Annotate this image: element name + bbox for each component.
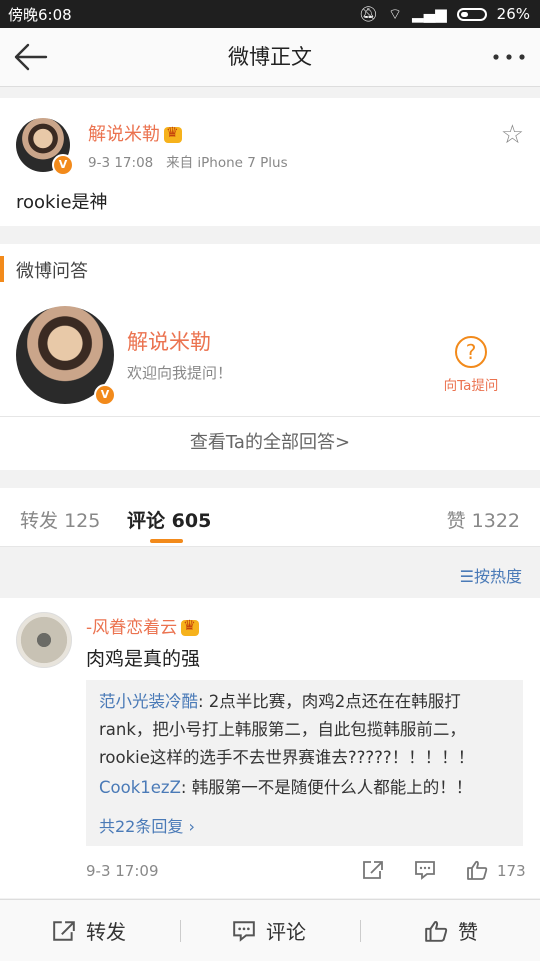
crown-icon xyxy=(164,125,182,143)
section-title: 微博问答 xyxy=(16,261,88,282)
battery-icon xyxy=(456,7,487,21)
tab-repost-count: 125 xyxy=(64,510,101,532)
like-button[interactable]: 赞 xyxy=(424,900,478,961)
repost-label: 转发 xyxy=(86,920,126,944)
status-bar: 傍晚6:08 🔕︎ ⌔ ▂▄▆ 26% xyxy=(0,0,540,28)
comment-text: 肉鸡是真的强 xyxy=(86,648,201,670)
interaction-tabs: 转发 125 评论 605 赞 1322 xyxy=(0,488,540,547)
verified-badge-icon: V xyxy=(94,384,116,406)
comment-time: 9-3 17:09 xyxy=(86,862,159,880)
tab-comment[interactable]: 评论 605 xyxy=(127,506,211,533)
comment-like-count: 173 xyxy=(497,862,526,880)
reply-text: : 韩服第一不是随便什么人都能上的！！ xyxy=(180,778,473,797)
like-label: 赞 xyxy=(458,920,478,944)
share-icon xyxy=(363,861,383,879)
reply-item: Cook1ezZ: 韩服第一不是随便什么人都能上的！！ xyxy=(99,774,514,802)
tab-like-count: 1322 xyxy=(471,510,520,532)
comment-icon xyxy=(233,920,255,942)
tab-repost[interactable]: 转发 125 xyxy=(20,506,100,533)
post-author[interactable]: 解说米勒 xyxy=(88,120,182,146)
post-source: 来自 iPhone 7 Plus xyxy=(166,155,288,171)
tab-comment-count: 605 xyxy=(171,510,212,532)
comment-icon xyxy=(415,861,435,880)
thumbs-up-icon xyxy=(467,860,488,880)
status-time: 傍晚6:08 xyxy=(8,5,72,24)
reply-author[interactable]: 范小光装冷酷 xyxy=(99,692,198,711)
tab-like[interactable]: 赞 1322 xyxy=(447,506,520,533)
question-icon: ? xyxy=(455,336,487,368)
post-meta: 9-3 17:08 来自 iPhone 7 Plus xyxy=(88,151,288,171)
nav-bar: 微博正文 xyxy=(0,28,540,87)
sort-label: 按热度 xyxy=(473,567,522,586)
section-accent xyxy=(0,256,4,282)
view-all-answers-link[interactable]: 查看Ta的全部回答> xyxy=(0,428,540,454)
repost-icon xyxy=(53,920,75,941)
sort-icon: ☰ xyxy=(459,567,474,586)
more-button[interactable] xyxy=(492,44,526,70)
post-text: rookie是神 xyxy=(16,192,108,213)
comment-button[interactable]: 评论 xyxy=(232,900,306,961)
post-author-name: 解说米勒 xyxy=(88,124,160,145)
status-icons: 🔕︎ ⌔ ▂▄▆ 26% xyxy=(359,5,530,24)
separator xyxy=(180,920,181,942)
comment-author-name: -风眷恋着云 xyxy=(86,618,178,638)
like-comment-button[interactable] xyxy=(466,860,488,884)
tab-repost-label: 转发 xyxy=(20,510,59,532)
mute-icon: 🔕︎ xyxy=(358,5,378,23)
post-card: V 解说米勒 9-3 17:08 来自 iPhone 7 Plus rookie… xyxy=(0,98,540,226)
crown-icon xyxy=(181,618,200,636)
tab-like-label: 赞 xyxy=(446,510,466,532)
battery-level: 26% xyxy=(496,5,530,23)
avatar[interactable] xyxy=(16,612,72,668)
qa-name[interactable]: 解说米勒 xyxy=(127,326,211,356)
repost-button[interactable]: 转发 xyxy=(52,900,126,961)
comment-item: -风眷恋着云 肉鸡是真的强 范小光装冷酷: 2点半比赛，肉鸡2点还在在韩服打ra… xyxy=(0,598,540,898)
share-comment-button[interactable] xyxy=(362,860,384,884)
comment-label: 评论 xyxy=(266,920,306,944)
sort-by-hot-button[interactable]: ☰按热度 xyxy=(460,563,522,587)
ask-label: 向Ta提问 xyxy=(443,378,499,394)
reply-item: 范小光装冷酷: 2点半比赛，肉鸡2点还在在韩服打rank，把小号打上韩服第二，自… xyxy=(99,688,514,772)
wifi-icon: ⌔ xyxy=(387,4,403,23)
bottom-action-bar: 转发 评论 赞 xyxy=(0,899,540,961)
ask-question-button[interactable]: ? 向Ta提问 xyxy=(440,336,502,394)
more-replies-link[interactable]: 共22条回复 › xyxy=(99,813,195,837)
favorite-star-icon[interactable]: ☆ xyxy=(501,120,524,150)
tab-comment-label: 评论 xyxy=(127,510,166,532)
reply-comment-button[interactable] xyxy=(414,860,436,884)
separator xyxy=(360,920,361,942)
post-time: 9-3 17:08 xyxy=(88,155,154,171)
page-title: 微博正文 xyxy=(228,45,312,69)
thumbs-up-icon xyxy=(425,920,448,942)
more-dots-icon xyxy=(493,54,525,60)
divider xyxy=(0,416,540,417)
qa-welcome: 欢迎向我提问！ xyxy=(127,364,233,382)
reply-list[interactable]: 范小光装冷酷: 2点半比赛，肉鸡2点还在在韩服打rank，把小号打上韩服第二，自… xyxy=(86,680,523,846)
active-tab-indicator xyxy=(150,539,183,543)
reply-author[interactable]: Cook1ezZ xyxy=(99,778,181,797)
sort-bar: ☰按热度 xyxy=(0,547,540,598)
verified-badge-icon: V xyxy=(52,154,74,176)
signal-icon: ▂▄▆ xyxy=(412,5,447,23)
qa-card: 微博问答 V 解说米勒 欢迎向我提问！ ? 向Ta提问 查看Ta的全部回答> xyxy=(0,244,540,470)
comment-author[interactable]: -风眷恋着云 xyxy=(86,613,200,638)
